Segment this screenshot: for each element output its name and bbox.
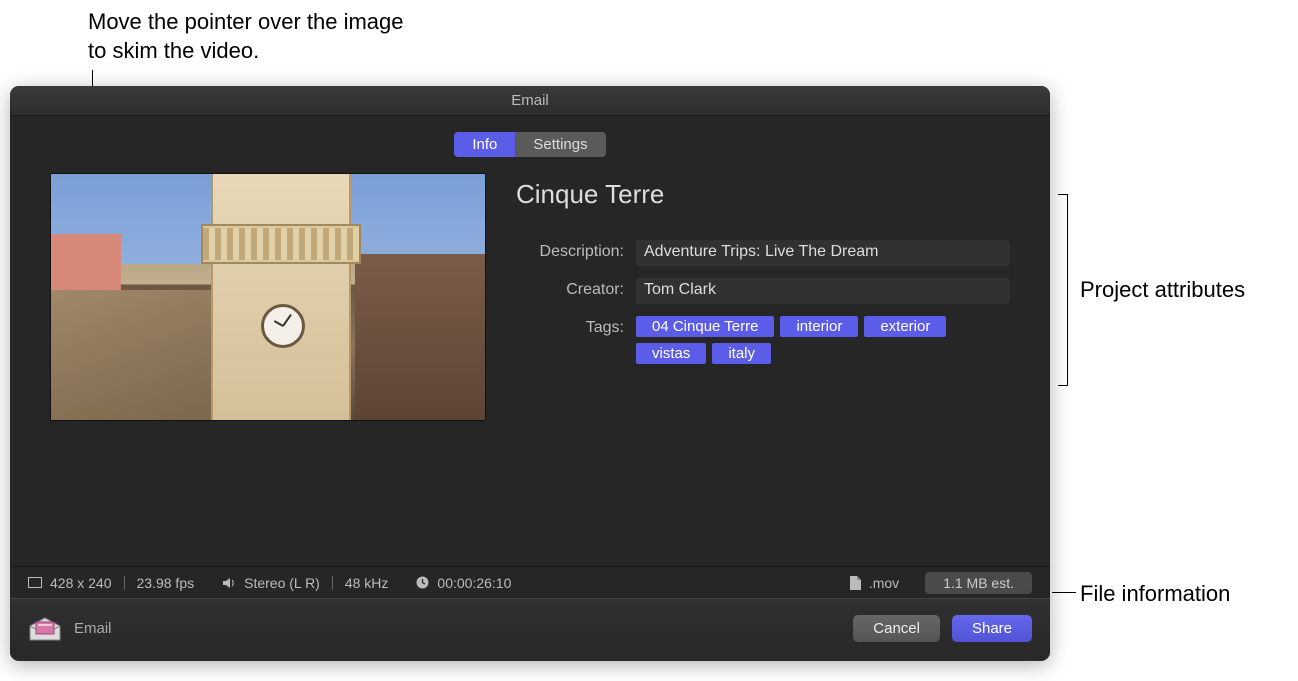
tag-token[interactable]: interior xyxy=(780,316,858,337)
creator-label: Creator: xyxy=(516,278,636,299)
cancel-button[interactable]: Cancel xyxy=(853,615,940,642)
tab-segmented-control: Info Settings xyxy=(454,132,605,157)
info-panel: Cinque Terre Description: Adventure Trip… xyxy=(10,173,1050,441)
description-label: Description: xyxy=(516,240,636,261)
share-button[interactable]: Share xyxy=(952,615,1032,642)
share-dialog-window: Email Info Settings Cinque Terre xyxy=(10,86,1050,661)
video-dimensions-icon xyxy=(28,577,42,588)
file-icon xyxy=(850,576,861,590)
tabs: Info Settings xyxy=(10,116,1050,173)
duration: 00:00:26:10 xyxy=(437,575,511,591)
video-thumbnail[interactable] xyxy=(50,173,486,421)
callout-line xyxy=(1052,592,1076,593)
description-field[interactable]: Adventure Trips: Live The Dream xyxy=(636,240,1010,266)
divider xyxy=(332,576,333,590)
annotation-skim: Move the pointer over the image to skim … xyxy=(88,8,408,65)
annotation-fileinfo: File information xyxy=(1080,580,1290,609)
tag-token[interactable]: italy xyxy=(712,343,771,364)
creator-field[interactable]: Tom Clark xyxy=(636,278,1010,304)
video-fps: 23.98 fps xyxy=(137,575,195,591)
tags-row: Tags: 04 Cinque Terre interior exterior … xyxy=(516,316,1010,364)
creator-row: Creator: Tom Clark xyxy=(516,278,1010,304)
window-title: Email xyxy=(511,92,549,109)
tab-settings[interactable]: Settings xyxy=(515,132,605,157)
divider xyxy=(124,576,125,590)
video-dimensions: 428 x 240 xyxy=(50,575,112,591)
annotation-attributes: Project attributes xyxy=(1080,276,1280,305)
titlebar: Email xyxy=(10,86,1050,116)
file-extension: .mov xyxy=(869,575,899,591)
footer-bar: Email Cancel Share xyxy=(10,598,1050,658)
email-icon xyxy=(28,616,62,642)
destination-label: Email xyxy=(74,620,112,637)
clock-icon xyxy=(416,576,429,589)
tag-token[interactable]: exterior xyxy=(864,316,946,337)
content-area: Info Settings Cinque Terre Description: … xyxy=(10,116,1050,598)
file-info-bar: 428 x 240 23.98 fps Stereo (L R) 48 kHz … xyxy=(10,566,1050,598)
tab-info[interactable]: Info xyxy=(454,132,515,157)
audio-samplerate: 48 kHz xyxy=(345,575,389,591)
tags-label: Tags: xyxy=(516,316,636,337)
description-row: Description: Adventure Trips: Live The D… xyxy=(516,240,1010,266)
file-size-estimate: 1.1 MB est. xyxy=(925,572,1032,594)
project-attributes: Cinque Terre Description: Adventure Trip… xyxy=(516,173,1010,421)
callout-bracket xyxy=(1058,194,1068,386)
audio-icon xyxy=(222,577,236,589)
audio-channels: Stereo (L R) xyxy=(244,575,320,591)
tags-field[interactable]: 04 Cinque Terre interior exterior vistas… xyxy=(636,316,1010,364)
tag-token[interactable]: 04 Cinque Terre xyxy=(636,316,774,337)
project-title[interactable]: Cinque Terre xyxy=(516,179,1010,210)
tag-token[interactable]: vistas xyxy=(636,343,706,364)
